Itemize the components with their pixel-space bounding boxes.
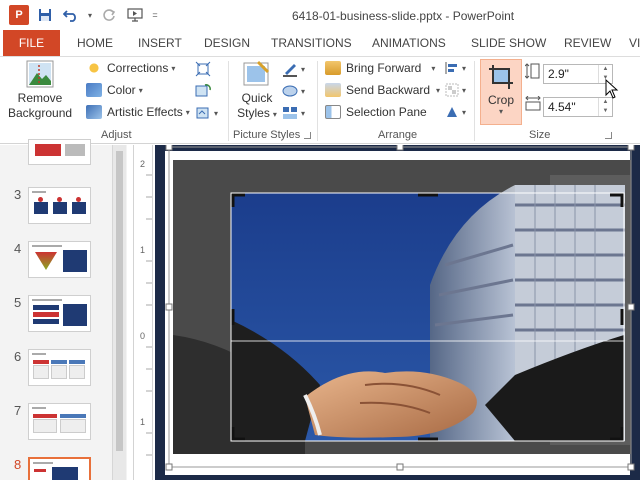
window-title: 6418-01-business-slide.pptx - PowerPoint — [292, 9, 515, 23]
selection-pane-button[interactable]: Selection Pane — [325, 105, 427, 119]
slide-number: 7 — [14, 403, 22, 418]
change-picture-icon[interactable] — [195, 83, 211, 99]
size-launcher-icon[interactable] — [605, 132, 612, 139]
scrollbar-thumb[interactable] — [116, 151, 123, 451]
compress-pictures-icon[interactable] — [195, 61, 211, 77]
rotate-button[interactable]: ▾ — [445, 105, 466, 119]
group-icon — [445, 83, 459, 97]
slide-thumbnail-3[interactable] — [28, 187, 91, 224]
group-button[interactable]: ▾ — [445, 83, 466, 97]
artistic-effects-icon — [86, 105, 102, 119]
start-from-beginning-icon[interactable] — [124, 5, 146, 25]
picture-styles-launcher-icon[interactable] — [304, 132, 311, 139]
color-icon — [86, 83, 102, 97]
crop-button[interactable]: Crop ▾ — [480, 59, 522, 125]
slide-thumbnails-panel: 3 4 5 6 7 8 — [0, 139, 127, 480]
tab-design[interactable]: DESIGN — [204, 30, 250, 56]
corrections-icon — [86, 61, 102, 75]
group-divider — [317, 61, 318, 141]
reset-picture-icon — [196, 107, 209, 119]
slide-thumbnail-2[interactable] — [28, 139, 91, 165]
vertical-ruler: 2 1 0 1 — [133, 145, 153, 480]
ruler-ticks — [146, 174, 152, 456]
artistic-effects-button[interactable]: Artistic Effects ▾ — [86, 105, 190, 119]
group-divider — [228, 61, 229, 141]
quick-access-toolbar: P ▾ = — [8, 5, 164, 25]
tab-file[interactable]: FILE — [3, 30, 60, 56]
slide-thumbnail-5[interactable] — [28, 295, 91, 332]
tab-view[interactable]: VI — [629, 30, 640, 56]
ribbon: Remove Background Corrections ▾ Color ▾ Ar… — [0, 56, 640, 144]
picture-effects-button[interactable]: ▾ — [282, 83, 305, 99]
send-backward-button[interactable]: Send Backward ▾ — [325, 83, 440, 97]
customize-toolbar-icon[interactable]: = — [150, 5, 160, 25]
picture-effects-icon — [282, 85, 298, 97]
shape-height-icon — [525, 63, 541, 79]
crop-icon — [489, 65, 513, 89]
slide-number: 6 — [14, 349, 22, 364]
slide-canvas — [165, 145, 635, 475]
adjust-group-label: Adjust — [101, 129, 132, 141]
tab-slide-show[interactable]: SLIDE SHOW — [471, 30, 546, 56]
picture-border-button[interactable]: ▾ — [282, 61, 305, 77]
rotate-icon — [447, 107, 457, 117]
arrange-group-label: Arrange — [378, 129, 418, 141]
picture-layout-button[interactable]: ▾ — [282, 105, 305, 121]
shape-width-input[interactable]: 4.54" ▲ ▼ — [543, 97, 613, 117]
picture-layout-icon — [283, 107, 297, 119]
width-spinner-icon[interactable]: ▲ ▼ — [598, 98, 612, 116]
quick-styles-button[interactable]: Quick Styles ▾ — [234, 59, 280, 122]
slide-thumbnail-8[interactable] — [28, 457, 91, 480]
title-bar: P ▾ = 6418-01-business-slide.pptx - Powe… — [0, 0, 640, 30]
slide-number: 5 — [14, 295, 22, 310]
tab-animations[interactable]: ANIMATIONS — [372, 30, 446, 56]
mouse-pointer-icon — [605, 79, 619, 99]
send-backward-icon — [325, 83, 341, 97]
shape-width-icon — [525, 96, 541, 112]
slide-editing-area[interactable] — [155, 145, 640, 480]
align-icon — [445, 62, 457, 74]
picture-border-icon — [283, 64, 297, 77]
slide-number: 3 — [14, 187, 22, 202]
align-button[interactable]: ▾ — [445, 61, 466, 75]
bring-forward-button[interactable]: Bring Forward ▾ — [325, 61, 435, 75]
size-group-label: Size — [529, 129, 551, 141]
thumbnail-scrollbar[interactable] — [112, 145, 126, 480]
remove-background-button[interactable]: Remove Background — [8, 59, 72, 121]
tab-home[interactable]: HOME — [77, 30, 113, 56]
color-button[interactable]: Color ▾ — [86, 83, 143, 97]
tab-transitions[interactable]: TRANSITIONS — [271, 30, 352, 56]
undo-icon[interactable] — [60, 5, 82, 25]
slide-number: 4 — [14, 241, 22, 256]
group-divider — [474, 61, 475, 141]
remove-background-icon — [26, 60, 54, 88]
ribbon-tabs: FILE HOME INSERT DESIGN TRANSITIONS ANIM… — [0, 30, 640, 56]
redo-icon[interactable] — [98, 5, 120, 25]
slide-number: 8 — [14, 457, 22, 472]
undo-dropdown-icon[interactable]: ▾ — [86, 5, 94, 25]
shape-height-input[interactable]: 2.9" ▲ ▼ — [543, 64, 613, 84]
slide-thumbnail-7[interactable] — [28, 403, 91, 440]
tab-review[interactable]: REVIEW — [564, 30, 611, 56]
bring-forward-icon — [325, 61, 341, 75]
reset-picture-button[interactable]: ▾ — [195, 105, 218, 121]
slide-thumbnail-6[interactable] — [28, 349, 91, 386]
corrections-button[interactable]: Corrections ▾ — [86, 61, 175, 75]
picture-image — [231, 185, 625, 441]
save-icon[interactable] — [34, 5, 56, 25]
selection-pane-icon — [325, 105, 341, 119]
tab-insert[interactable]: INSERT — [138, 30, 182, 56]
quick-styles-icon — [243, 60, 270, 86]
slide-thumbnail-4[interactable] — [28, 241, 91, 278]
picture-styles-group-label: Picture Styles — [233, 129, 301, 141]
powerpoint-icon: P — [8, 5, 30, 25]
